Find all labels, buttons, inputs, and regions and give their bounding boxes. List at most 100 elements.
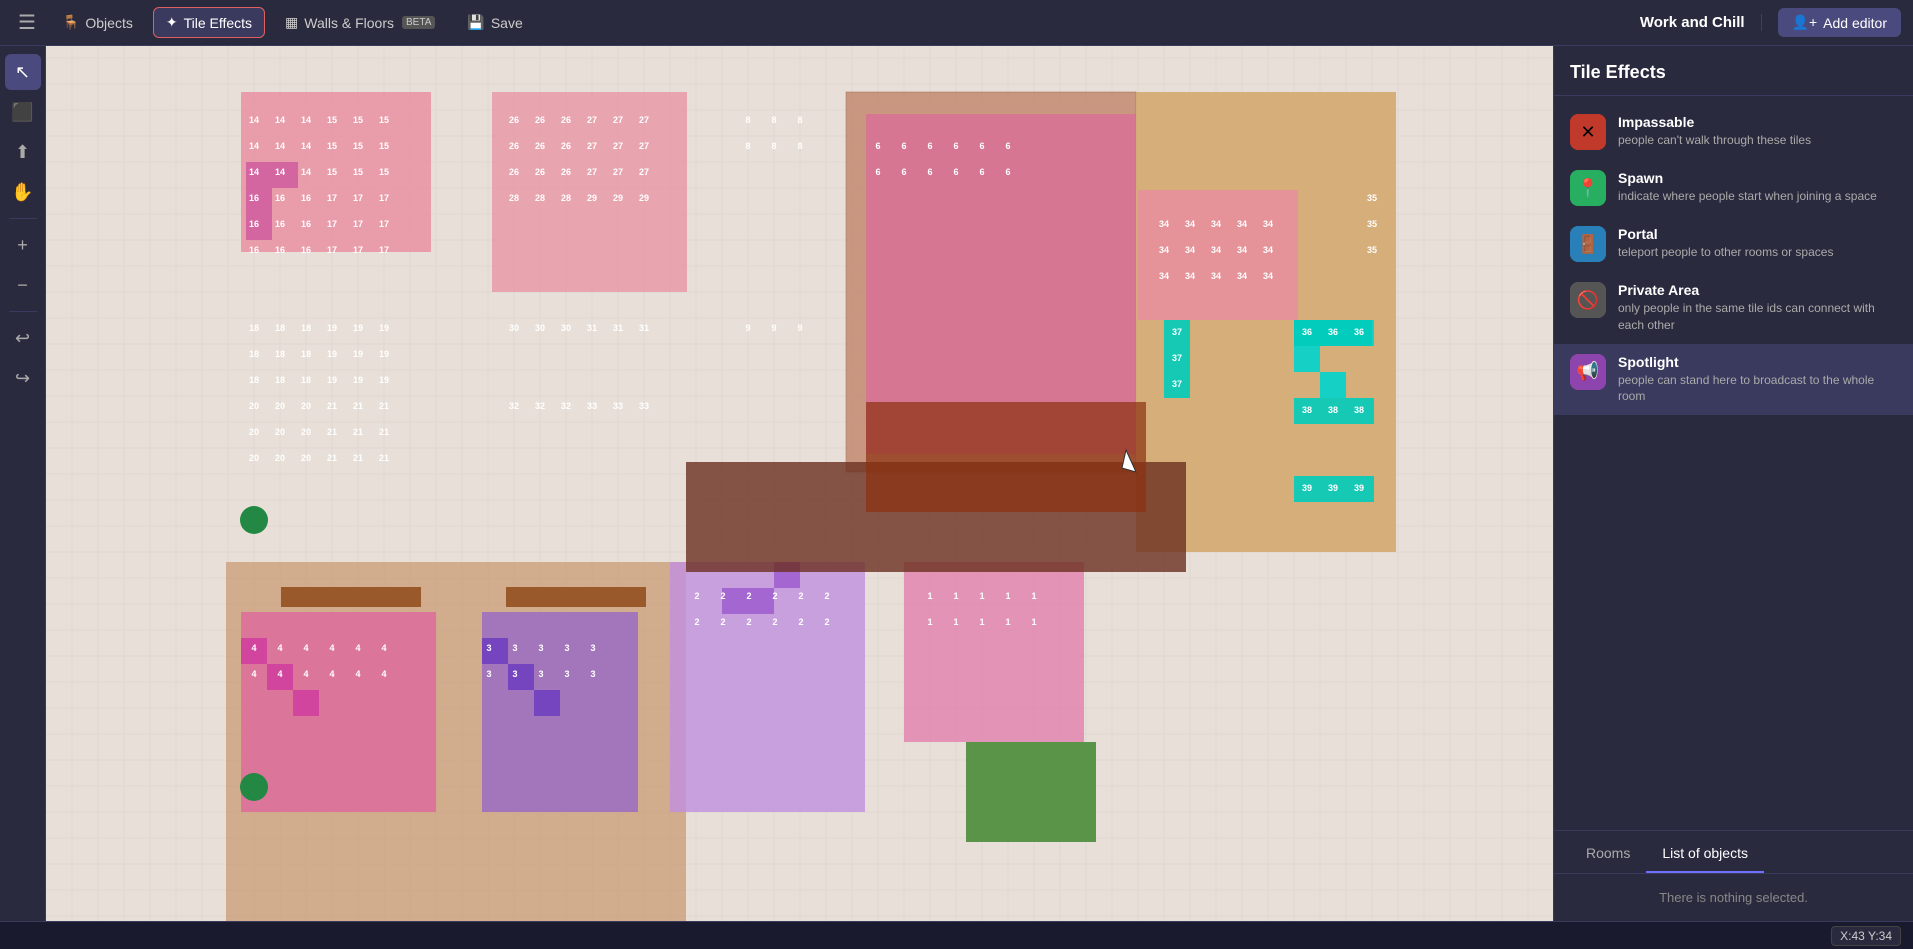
svg-text:17: 17: [379, 245, 389, 255]
map-background[interactable]: 141414 151515 141414 151515 141414 15151…: [46, 46, 1553, 921]
spawn-icon: 📍: [1570, 170, 1606, 206]
svg-text:14: 14: [301, 167, 311, 177]
menu-button[interactable]: ☰: [12, 5, 42, 41]
svg-text:15: 15: [327, 141, 337, 151]
svg-text:38: 38: [1302, 405, 1312, 415]
zoom-in-tool[interactable]: +: [5, 227, 41, 263]
select-tool[interactable]: ↖: [5, 54, 41, 90]
svg-text:15: 15: [379, 141, 389, 151]
portal-text: Portal teleport people to other rooms or…: [1618, 226, 1897, 261]
svg-text:16: 16: [301, 245, 311, 255]
svg-text:1: 1: [953, 617, 958, 627]
tile-effects-icon: ✦: [166, 14, 178, 31]
svg-text:18: 18: [249, 323, 259, 333]
svg-text:6: 6: [1005, 141, 1010, 151]
panel-divider: [1554, 830, 1913, 831]
tile-effects-button[interactable]: ✦ Tile Effects: [153, 7, 265, 38]
svg-text:4: 4: [303, 669, 308, 679]
svg-text:2: 2: [772, 617, 777, 627]
svg-text:15: 15: [327, 115, 337, 125]
tab-list-of-objects[interactable]: List of objects: [1646, 835, 1764, 873]
svg-text:17: 17: [353, 193, 363, 203]
undo-tool[interactable]: ↩: [5, 320, 41, 356]
svg-text:16: 16: [301, 219, 311, 229]
tool-divider-2: [9, 311, 37, 312]
svg-text:20: 20: [301, 401, 311, 411]
svg-text:34: 34: [1185, 271, 1195, 281]
tab-rooms[interactable]: Rooms: [1570, 835, 1646, 873]
svg-text:20: 20: [301, 453, 311, 463]
svg-text:34: 34: [1159, 219, 1169, 229]
map-canvas-area[interactable]: 141414 151515 141414 151515 141414 15151…: [46, 46, 1553, 921]
svg-text:2: 2: [720, 591, 725, 601]
svg-text:17: 17: [353, 219, 363, 229]
svg-text:26: 26: [509, 115, 519, 125]
svg-text:17: 17: [327, 219, 337, 229]
svg-text:6: 6: [927, 167, 932, 177]
svg-text:2: 2: [720, 617, 725, 627]
walls-floors-label: Walls & Floors: [304, 15, 394, 31]
stamp-tool[interactable]: ⬛: [5, 94, 41, 130]
svg-text:14: 14: [275, 141, 285, 151]
svg-text:6: 6: [953, 167, 958, 177]
svg-text:1: 1: [927, 591, 932, 601]
private-area-effect-item[interactable]: 🚫 Private Area only people in the same t…: [1554, 272, 1913, 344]
svg-text:3: 3: [538, 643, 543, 653]
save-icon: 💾: [467, 14, 484, 31]
spotlight-effect-item[interactable]: 📢 Spotlight people can stand here to bro…: [1554, 344, 1913, 416]
svg-text:37: 37: [1172, 353, 1182, 363]
svg-text:27: 27: [613, 141, 623, 151]
svg-text:26: 26: [561, 141, 571, 151]
redo-tool[interactable]: ↪: [5, 360, 41, 396]
svg-text:20: 20: [249, 401, 259, 411]
svg-text:6: 6: [979, 141, 984, 151]
svg-text:2: 2: [746, 617, 751, 627]
svg-text:3: 3: [512, 669, 517, 679]
coordinates-badge: X:43 Y:34: [1831, 926, 1901, 946]
svg-text:19: 19: [353, 349, 363, 359]
spawn-effect-item[interactable]: 📍 Spawn indicate where people start when…: [1554, 160, 1913, 216]
svg-text:3: 3: [590, 669, 595, 679]
svg-text:6: 6: [1005, 167, 1010, 177]
tile-effects-label: Tile Effects: [184, 15, 252, 31]
add-editor-button[interactable]: 👤+ Add editor: [1778, 8, 1901, 37]
hand-tool[interactable]: ✋: [5, 174, 41, 210]
zoom-out-tool[interactable]: −: [5, 267, 41, 303]
svg-text:27: 27: [587, 115, 597, 125]
walls-floors-button[interactable]: ▦ Walls & Floors BETA: [273, 8, 447, 37]
svg-text:18: 18: [301, 323, 311, 333]
svg-text:16: 16: [275, 219, 285, 229]
svg-text:4: 4: [277, 643, 282, 653]
status-bar: X:43 Y:34: [0, 921, 1913, 949]
svg-text:26: 26: [561, 115, 571, 125]
svg-text:32: 32: [535, 401, 545, 411]
svg-text:34: 34: [1211, 245, 1221, 255]
svg-text:34: 34: [1237, 271, 1247, 281]
svg-text:3: 3: [486, 643, 491, 653]
svg-text:21: 21: [327, 453, 337, 463]
svg-text:39: 39: [1302, 483, 1312, 493]
svg-text:18: 18: [301, 349, 311, 359]
svg-text:2: 2: [824, 591, 829, 601]
svg-text:31: 31: [639, 323, 649, 333]
svg-text:28: 28: [509, 193, 519, 203]
svg-text:3: 3: [564, 669, 569, 679]
svg-text:20: 20: [275, 401, 285, 411]
svg-text:4: 4: [329, 643, 334, 653]
svg-text:1: 1: [1005, 617, 1010, 627]
portal-effect-item[interactable]: 🚪 Portal teleport people to other rooms …: [1554, 216, 1913, 272]
svg-text:4: 4: [381, 669, 386, 679]
svg-text:15: 15: [353, 167, 363, 177]
svg-text:19: 19: [353, 323, 363, 333]
save-button[interactable]: 💾 Save: [455, 8, 534, 37]
svg-text:27: 27: [639, 141, 649, 151]
svg-text:35: 35: [1367, 245, 1377, 255]
upload-tool[interactable]: ⬆: [5, 134, 41, 170]
svg-text:26: 26: [535, 141, 545, 151]
impassable-effect-item[interactable]: ✕ Impassable people can't walk through t…: [1554, 104, 1913, 160]
walls-floors-icon: ▦: [285, 14, 298, 31]
objects-button[interactable]: 🪑 Objects: [50, 8, 145, 37]
svg-text:17: 17: [327, 193, 337, 203]
svg-text:8: 8: [797, 141, 802, 151]
add-editor-label: Add editor: [1823, 15, 1887, 31]
